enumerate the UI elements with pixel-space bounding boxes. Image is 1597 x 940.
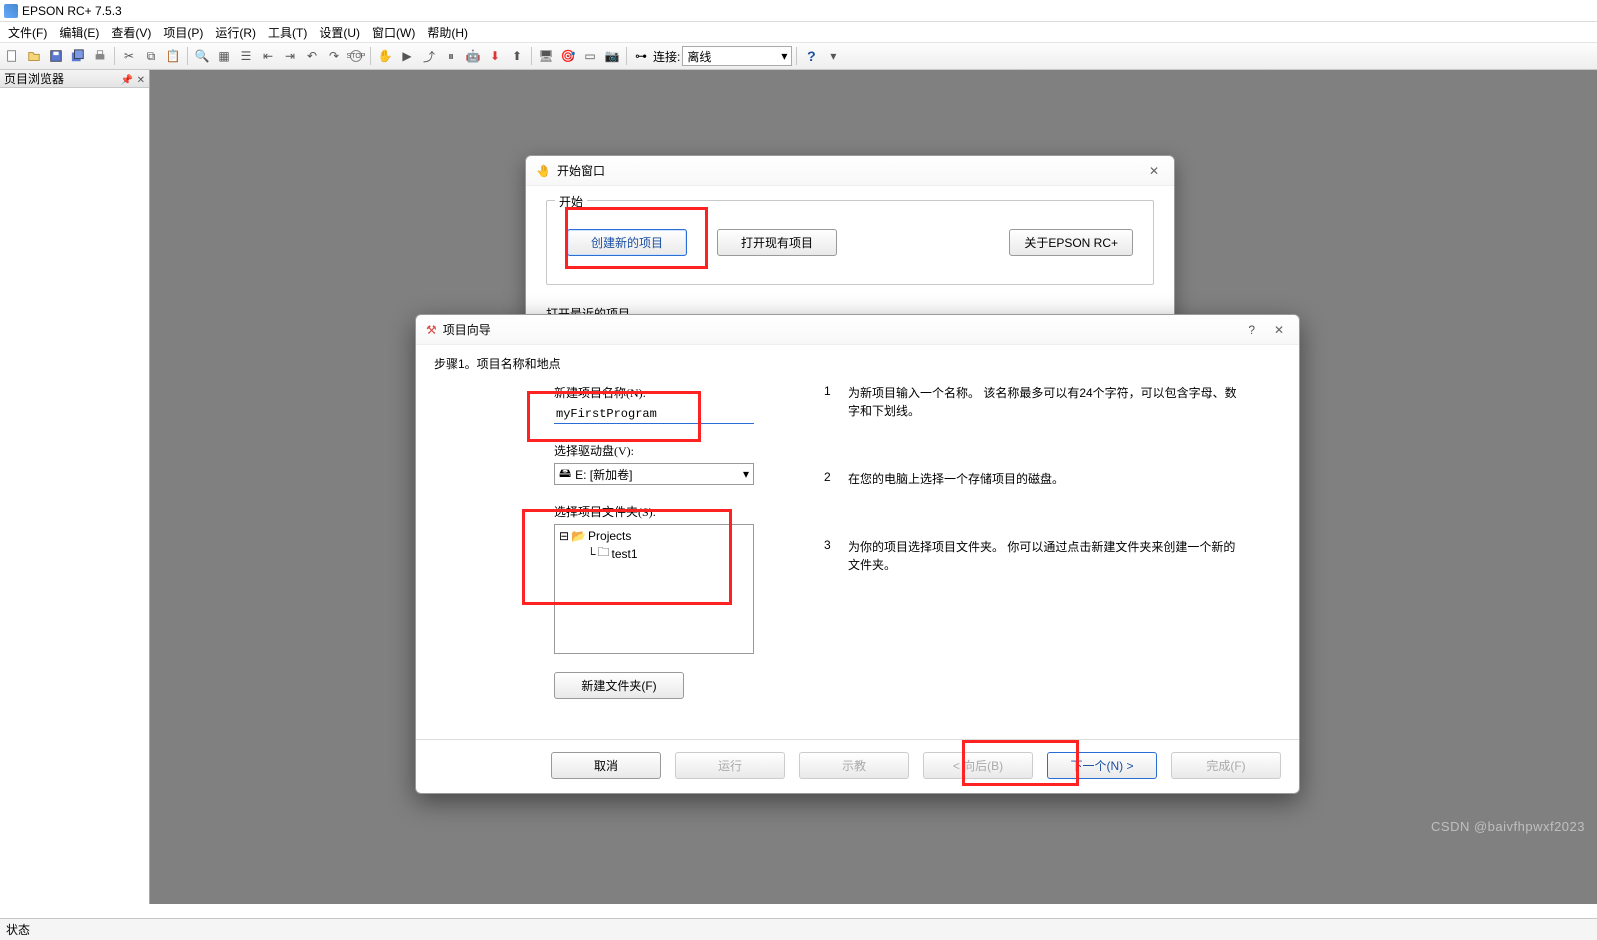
tb-new-icon[interactable] bbox=[2, 46, 22, 66]
connect-label: 连接: bbox=[653, 48, 680, 65]
drive-icon: 🖴 bbox=[559, 464, 571, 485]
tb-monitor-icon[interactable]: 🖥 bbox=[536, 46, 556, 66]
tb-undo-icon[interactable]: ↶ bbox=[302, 46, 322, 66]
tb-target-icon[interactable]: 🎯 bbox=[558, 46, 578, 66]
finish-button: 完成(F) bbox=[1171, 752, 1281, 779]
folder-label: 选择项目文件夹(S): bbox=[554, 503, 764, 520]
app-titlebar: EPSON RC+ 7.5.3 bbox=[0, 0, 1597, 22]
inst-num-3: 3 bbox=[824, 538, 836, 574]
tb-pause-icon[interactable]: ⏸ bbox=[441, 46, 461, 66]
tb-help-icon[interactable]: ? bbox=[801, 46, 821, 66]
connect-value: 离线 bbox=[687, 48, 711, 65]
app-icon bbox=[4, 4, 18, 18]
tb-step-icon[interactable]: ⤴ bbox=[419, 46, 439, 66]
menu-setup[interactable]: 设置(U) bbox=[313, 22, 366, 43]
connect-dropdown[interactable]: 离线 ▾ bbox=[682, 46, 792, 66]
chevron-down-icon: ▾ bbox=[743, 467, 749, 481]
tb-grid-icon[interactable]: ▦ bbox=[214, 46, 234, 66]
tree-child-label: test1 bbox=[612, 547, 638, 561]
tb-indent-in-icon[interactable]: ⇤ bbox=[258, 46, 278, 66]
wizard-close-icon[interactable]: ✕ bbox=[1269, 320, 1289, 340]
tb-help-chevron-icon[interactable]: ▾ bbox=[823, 46, 843, 66]
tree-child-item[interactable]: └ 🗀 test1 bbox=[559, 543, 749, 564]
side-panel-body bbox=[0, 88, 149, 904]
tb-list-icon[interactable]: ☰ bbox=[236, 46, 256, 66]
inst-num-1: 1 bbox=[824, 384, 836, 420]
menu-run[interactable]: 运行(R) bbox=[209, 22, 262, 43]
wizard-title: 项目向导 bbox=[443, 321, 491, 338]
start-window-icon: 🤚 bbox=[536, 164, 551, 178]
tb-hand-icon[interactable]: ✋ bbox=[375, 46, 395, 66]
next-button[interactable]: 下一个(N) > bbox=[1047, 752, 1157, 779]
menu-tools[interactable]: 工具(T) bbox=[262, 22, 313, 43]
menu-view[interactable]: 查看(V) bbox=[105, 22, 157, 43]
tb-redo-icon[interactable]: ↷ bbox=[324, 46, 344, 66]
tb-open-icon[interactable] bbox=[24, 46, 44, 66]
about-button[interactable]: 关于EPSON RC+ bbox=[1009, 229, 1133, 256]
cancel-button[interactable]: 取消 bbox=[551, 752, 661, 779]
tb-print-icon[interactable] bbox=[90, 46, 110, 66]
menu-project[interactable]: 项目(P) bbox=[157, 22, 209, 43]
instruction-3: 为你的项目选择项目文件夹。 你可以通过点击新建文件夹来创建一个新的文件夹。 bbox=[848, 538, 1241, 574]
app-title: EPSON RC+ 7.5.3 bbox=[22, 4, 122, 18]
menu-window[interactable]: 窗口(W) bbox=[366, 22, 421, 43]
menu-file[interactable]: 文件(F) bbox=[2, 22, 53, 43]
toolbar: ✂ ⧉ 📋 🔍 ▦ ☰ ⇤ ⇥ ↶ ↷ STOP ✋ ▶ ⤴ ⏸ 🤖 ⬇ ⬆ 🖥… bbox=[0, 42, 1597, 70]
tb-saveall-icon[interactable] bbox=[68, 46, 88, 66]
tree-root-item[interactable]: ⊟ 📂 Projects bbox=[559, 529, 749, 543]
status-bar: 状态 bbox=[0, 918, 1597, 940]
instruction-1: 为新项目输入一个名称。 该名称最多可以有24个字符，可以包含字母、数字和下划线。 bbox=[848, 384, 1241, 420]
drive-label: 选择驱动盘(V): bbox=[554, 442, 764, 459]
tb-robot-icon[interactable]: 🤖 bbox=[463, 46, 483, 66]
tb-indent-out-icon[interactable]: ⇥ bbox=[280, 46, 300, 66]
tb-link-icon: ⊶ bbox=[635, 49, 647, 63]
project-name-label: 新建项目名称(N): bbox=[554, 384, 764, 401]
tb-camera-icon[interactable]: 📷 bbox=[602, 46, 622, 66]
open-existing-project-button[interactable]: 打开现有项目 bbox=[717, 229, 837, 256]
side-panel-title: 页目浏览器 bbox=[4, 70, 64, 87]
new-folder-button[interactable]: 新建文件夹(F) bbox=[554, 672, 684, 699]
back-button: < 向后(B) bbox=[923, 752, 1033, 779]
chevron-down-icon: ▾ bbox=[781, 49, 787, 63]
tb-save-icon[interactable] bbox=[46, 46, 66, 66]
menu-help[interactable]: 帮助(H) bbox=[421, 22, 474, 43]
wizard-icon: ⚒ bbox=[426, 323, 437, 337]
pin-icon[interactable]: 📌 bbox=[121, 75, 133, 86]
menu-bar: 文件(F) 编辑(E) 查看(V) 项目(P) 运行(R) 工具(T) 设置(U… bbox=[0, 22, 1597, 42]
project-browser-panel: 页目浏览器 📌 ✕ bbox=[0, 70, 150, 904]
tree-leaf-icon: └ bbox=[587, 547, 596, 561]
folder-open-icon: 📂 bbox=[571, 529, 586, 543]
tb-cut-icon[interactable]: ✂ bbox=[119, 46, 139, 66]
inst-num-2: 2 bbox=[824, 470, 836, 488]
status-text: 状态 bbox=[6, 921, 30, 938]
tree-expand-icon[interactable]: ⊟ bbox=[559, 529, 569, 543]
project-name-input[interactable] bbox=[554, 405, 754, 424]
start-window-title: 开始窗口 bbox=[557, 162, 605, 179]
start-window-close-icon[interactable]: ✕ bbox=[1144, 161, 1164, 181]
tb-copy-icon[interactable]: ⧉ bbox=[141, 46, 161, 66]
tb-play-icon[interactable]: ▶ bbox=[397, 46, 417, 66]
project-wizard-dialog: ⚒ 项目向导 ? ✕ 步骤1。项目名称和地点 新建项目名称(N): 选择驱动盘(… bbox=[415, 314, 1300, 794]
wizard-step-label: 步骤1。项目名称和地点 bbox=[434, 355, 1281, 372]
tb-window-icon[interactable]: ▭ bbox=[580, 46, 600, 66]
folder-tree[interactable]: ⊟ 📂 Projects └ 🗀 test1 bbox=[554, 524, 754, 654]
tree-root-label: Projects bbox=[588, 529, 631, 543]
tb-find-icon[interactable]: 🔍 bbox=[192, 46, 212, 66]
run-button: 运行 bbox=[675, 752, 785, 779]
create-new-project-button[interactable]: 创建新的项目 bbox=[567, 229, 687, 256]
drive-value: E: [新加卷] bbox=[575, 466, 632, 483]
drive-dropdown[interactable]: 🖴 E: [新加卷] ▾ bbox=[554, 463, 754, 485]
instruction-2: 在您的电脑上选择一个存储项目的磁盘。 bbox=[848, 470, 1241, 488]
start-group: 创建新的项目 打开现有项目 关于EPSON RC+ bbox=[546, 200, 1154, 285]
tb-upload-icon[interactable]: ⬆ bbox=[507, 46, 527, 66]
wizard-help-icon[interactable]: ? bbox=[1248, 323, 1255, 337]
tb-stop-icon[interactable]: STOP bbox=[346, 46, 366, 66]
menu-edit[interactable]: 编辑(E) bbox=[53, 22, 105, 43]
tb-download-icon[interactable]: ⬇ bbox=[485, 46, 505, 66]
folder-closed-icon: 🗀 bbox=[598, 543, 610, 564]
teach-button: 示教 bbox=[799, 752, 909, 779]
tb-paste-icon[interactable]: 📋 bbox=[163, 46, 183, 66]
close-panel-icon[interactable]: ✕ bbox=[137, 75, 145, 86]
